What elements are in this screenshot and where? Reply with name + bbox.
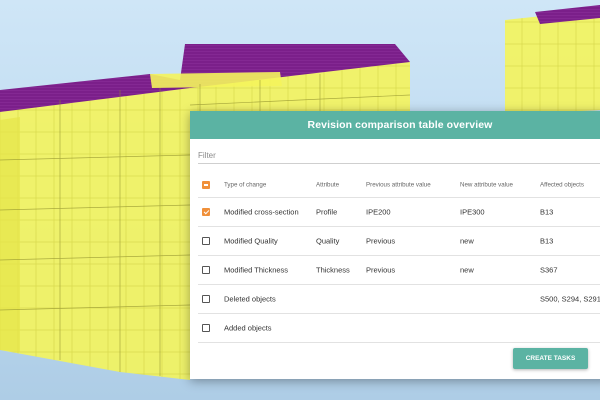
- cell-type: Added objects: [224, 323, 272, 333]
- row-checkbox[interactable]: [202, 237, 210, 245]
- revision-comparison-dialog: Revision comparison table overview Type …: [190, 111, 600, 379]
- cell-type: Modified Thickness: [224, 265, 289, 275]
- cell-affected: B13: [540, 207, 554, 217]
- row-checkbox[interactable]: [202, 295, 210, 303]
- select-all-checkbox[interactable]: [202, 181, 210, 189]
- cell-attribute: Thickness: [316, 265, 350, 275]
- cell-previous: Previous: [366, 265, 396, 275]
- header-new-value[interactable]: New attribute value: [460, 182, 513, 189]
- cell-new: new: [460, 236, 474, 246]
- cell-type: Modified cross-section: [224, 207, 299, 217]
- cell-affected: S500, S294, S291: [540, 294, 600, 304]
- header-type-of-change[interactable]: Type of change: [224, 182, 266, 189]
- table-row[interactable]: Modified Thickness Thickness Previous ne…: [198, 256, 600, 285]
- table-row[interactable]: Added objects: [198, 314, 600, 343]
- header-attribute[interactable]: Attribute: [316, 182, 339, 189]
- create-tasks-button[interactable]: CREATE TASKS: [513, 348, 588, 369]
- dialog-title: Revision comparison table overview: [190, 111, 600, 139]
- revision-table: Type of change Attribute Previous attrib…: [198, 173, 600, 343]
- row-checkbox[interactable]: [202, 208, 210, 216]
- header-previous-value[interactable]: Previous attribute value: [366, 182, 431, 189]
- checkbox-indeterminate-icon: [202, 181, 210, 189]
- table-row[interactable]: Deleted objects S500, S294, S291: [198, 285, 600, 314]
- row-checkbox[interactable]: [202, 266, 210, 274]
- row-checkbox[interactable]: [202, 324, 210, 332]
- building-right: [505, 5, 600, 115]
- cell-affected: S367: [540, 265, 558, 275]
- table-header-row: Type of change Attribute Previous attrib…: [198, 173, 600, 198]
- checkbox-empty-icon: [202, 295, 210, 303]
- cell-attribute: Profile: [316, 207, 338, 217]
- cell-previous: Previous: [366, 236, 396, 246]
- checkbox-checked-icon: [202, 208, 210, 216]
- cell-previous: IPE200: [366, 207, 391, 217]
- cell-type: Deleted objects: [224, 294, 276, 304]
- cell-attribute: Quality: [316, 236, 340, 246]
- cell-affected: B13: [540, 236, 554, 246]
- filter-input[interactable]: [198, 147, 600, 164]
- checkbox-empty-icon: [202, 237, 210, 245]
- header-affected-objects[interactable]: Affected objects: [540, 182, 584, 189]
- cell-new: new: [460, 265, 474, 275]
- table-row[interactable]: Modified Quality Quality Previous new B1…: [198, 227, 600, 256]
- table-row[interactable]: Modified cross-section Profile IPE200 IP…: [198, 198, 600, 227]
- checkbox-empty-icon: [202, 266, 210, 274]
- cell-new: IPE300: [460, 207, 485, 217]
- checkbox-empty-icon: [202, 324, 210, 332]
- cell-type: Modified Quality: [224, 236, 278, 246]
